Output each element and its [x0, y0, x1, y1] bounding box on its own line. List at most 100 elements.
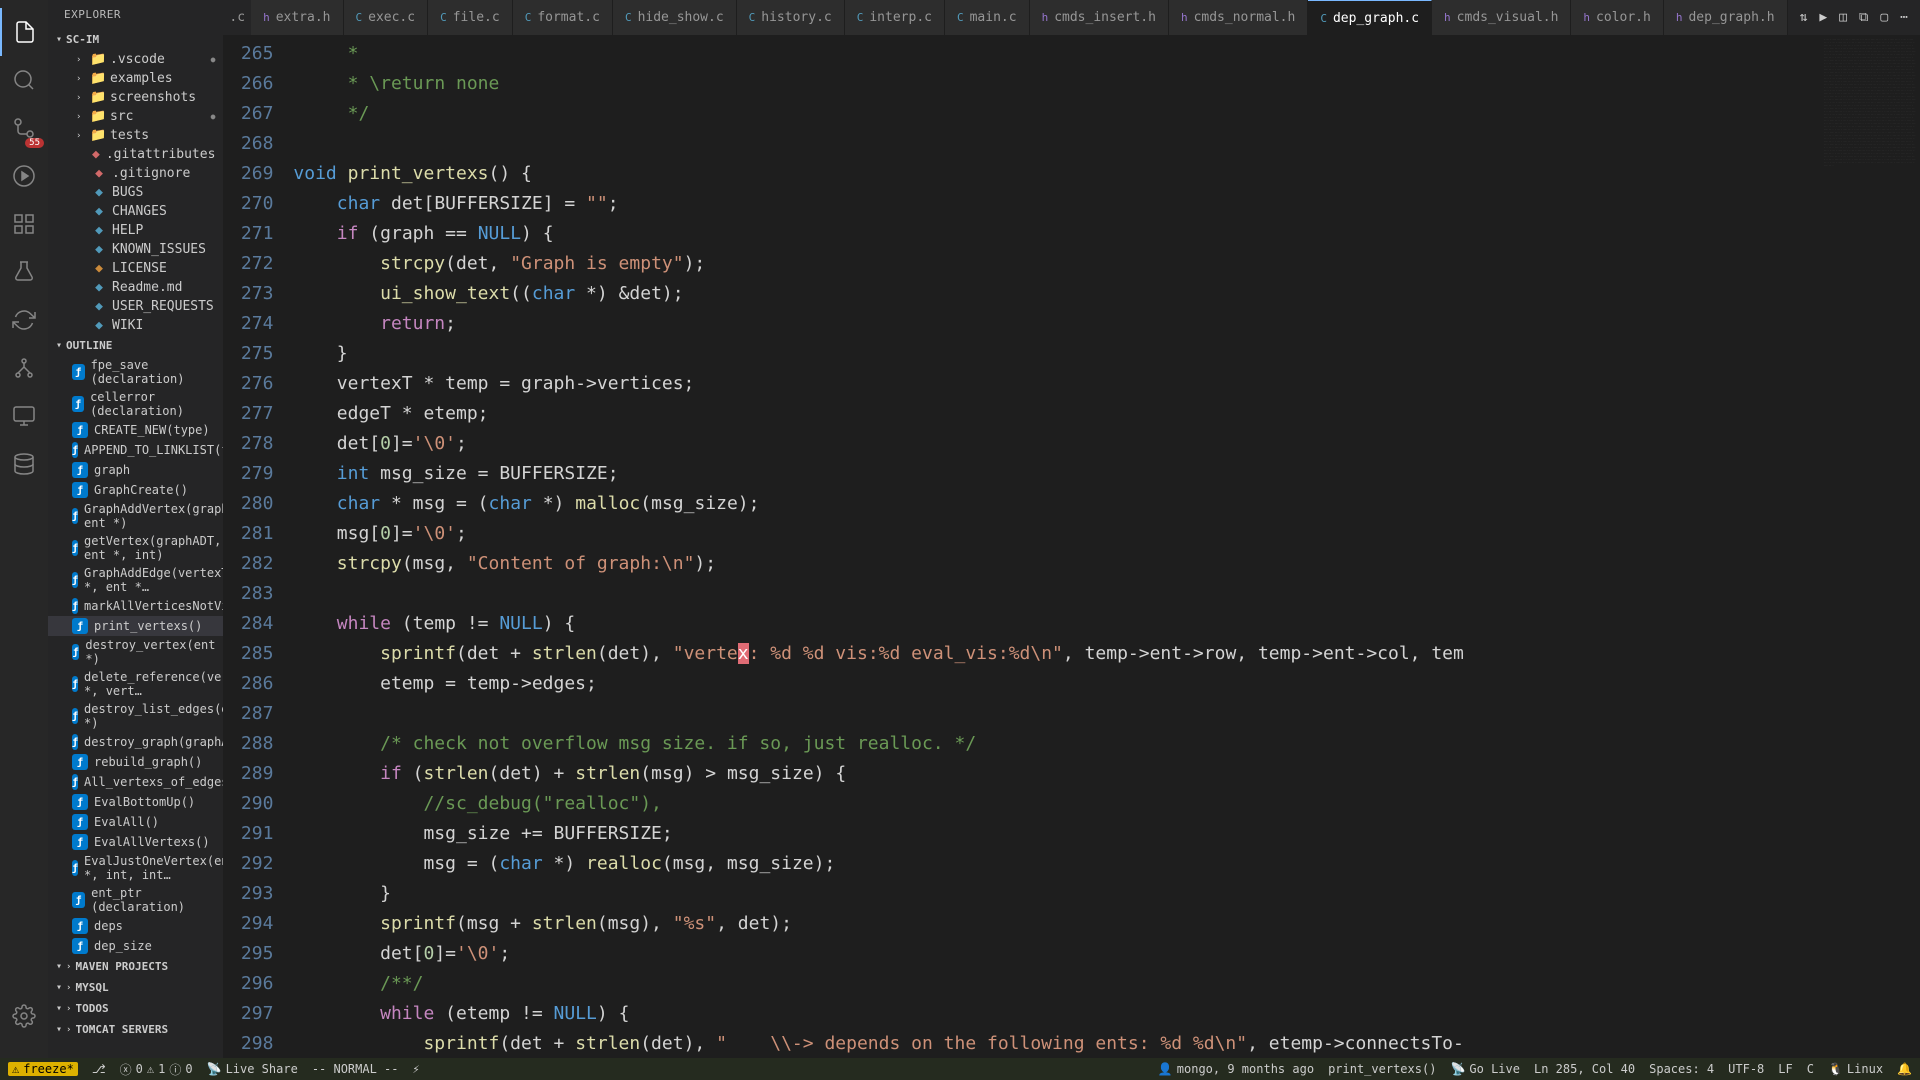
diff-icon[interactable]: ⧉: [1859, 10, 1868, 25]
outline-item[interactable]: ƒdestroy_graph(graphADT): [48, 732, 223, 752]
code-line[interactable]: while (temp != NULL) {: [293, 609, 1820, 639]
tree-file[interactable]: ◆.gitignore: [48, 164, 223, 183]
layout-icon[interactable]: ▢: [1880, 10, 1888, 25]
more-icon[interactable]: ⋯: [1900, 10, 1908, 25]
source-control-icon[interactable]: 55: [0, 104, 48, 152]
tree-folder[interactable]: ›📁screenshots: [48, 88, 223, 107]
tree-file[interactable]: ◆CHANGES: [48, 202, 223, 221]
outline-item[interactable]: ƒGraphAddVertex(graphADT, ent *): [48, 500, 223, 532]
outline-item[interactable]: ƒCREATE_NEW(type): [48, 420, 223, 440]
code-line[interactable]: void print_vertexs() {: [293, 159, 1820, 189]
status-bell-icon[interactable]: 🔔: [1897, 1062, 1912, 1076]
status-golive[interactable]: 📡 Go Live: [1450, 1062, 1520, 1076]
code-line[interactable]: msg[0]='\0';: [293, 519, 1820, 549]
tree-file[interactable]: ◆Readme.md: [48, 278, 223, 297]
outline-item[interactable]: ƒgraph: [48, 460, 223, 480]
code-line[interactable]: */: [293, 99, 1820, 129]
section-header[interactable]: ›TODOS: [48, 998, 223, 1019]
status-eol[interactable]: LF: [1778, 1062, 1792, 1076]
tab[interactable]: hextra.h: [251, 0, 343, 35]
outline-item[interactable]: ƒAPPEND_TO_LINKLIST(firstNod…: [48, 440, 223, 460]
outline-item[interactable]: ƒgetVertex(graphADT, ent *, int): [48, 532, 223, 564]
tree-folder[interactable]: ›📁tests: [48, 126, 223, 145]
minimap[interactable]: — —— — ——— —— — — —— — ——— —— — — —— — —…: [1820, 35, 1920, 1080]
tree-file[interactable]: ◆USER_REQUESTS: [48, 297, 223, 316]
code-line[interactable]: sprintf(msg + strlen(msg), "%s", det);: [293, 909, 1820, 939]
tab[interactable]: hcmds_normal.h: [1169, 0, 1308, 35]
outline-item[interactable]: ƒmarkAllVerticesNotVisited(int): [48, 596, 223, 616]
files-icon[interactable]: [0, 8, 48, 56]
code-line[interactable]: sprintf(det + strlen(det), "vertex: %d %…: [293, 639, 1820, 669]
tree-file[interactable]: ◆LICENSE: [48, 259, 223, 278]
code-line[interactable]: if (strlen(det) + strlen(msg) > msg_size…: [293, 759, 1820, 789]
status-branch[interactable]: ⎇: [92, 1062, 106, 1076]
split-icon[interactable]: ◫: [1839, 10, 1847, 25]
db-icon[interactable]: [0, 440, 48, 488]
outline-item[interactable]: ƒprint_vertexs(): [48, 616, 223, 636]
code-line[interactable]: if (graph == NULL) {: [293, 219, 1820, 249]
section-header[interactable]: ›MYSQL: [48, 977, 223, 998]
run-icon[interactable]: ▶: [1819, 10, 1827, 25]
tab[interactable]: hcmds_visual.h: [1432, 0, 1571, 35]
status-os[interactable]: 🐧 Linux: [1828, 1062, 1883, 1076]
outline-item[interactable]: ƒdeps: [48, 916, 223, 936]
status-freeze[interactable]: ⚠ freeze*: [8, 1062, 78, 1076]
compare-icon[interactable]: ⇅: [1800, 10, 1808, 25]
tab[interactable]: Cformat.c: [513, 0, 613, 35]
tab[interactable]: hcolor.h: [1571, 0, 1663, 35]
remote-icon[interactable]: [0, 392, 48, 440]
tab-overflow-left[interactable]: .c: [223, 0, 251, 35]
code-line[interactable]: det[0]='\0';: [293, 429, 1820, 459]
outline-item[interactable]: ƒEvalBottomUp(): [48, 792, 223, 812]
code-line[interactable]: /* check not overflow msg size. if so, j…: [293, 729, 1820, 759]
code-line[interactable]: vertexT * temp = graph->vertices;: [293, 369, 1820, 399]
tab[interactable]: Cmain.c: [945, 0, 1030, 35]
tree-file[interactable]: ◆BUGS: [48, 183, 223, 202]
tree-folder[interactable]: ›📁.vscode●: [48, 50, 223, 69]
section-header[interactable]: ›TOMCAT SERVERS: [48, 1019, 223, 1040]
tree-file[interactable]: ◆HELP: [48, 221, 223, 240]
code-line[interactable]: [293, 699, 1820, 729]
outline-item[interactable]: ƒGraphAddEdge(vertexT *, ent *…: [48, 564, 223, 596]
tab[interactable]: Chide_show.c: [613, 0, 737, 35]
outline-item[interactable]: ƒGraphCreate(): [48, 480, 223, 500]
extensions-icon[interactable]: [0, 200, 48, 248]
tab[interactable]: Cinterp.c: [845, 0, 945, 35]
status-lang[interactable]: C: [1807, 1062, 1814, 1076]
tab[interactable]: hcmds_insert.h: [1030, 0, 1169, 35]
code-line[interactable]: }: [293, 339, 1820, 369]
status-liveshare[interactable]: 📡 Live Share: [207, 1062, 298, 1076]
section-header[interactable]: ›MAVEN PROJECTS: [48, 956, 223, 977]
outline-item[interactable]: ƒent_ptr (declaration): [48, 884, 223, 916]
tree-file[interactable]: ◆WIKI: [48, 316, 223, 335]
status-blame[interactable]: 👤 mongo, 9 months ago: [1158, 1062, 1314, 1076]
code-line[interactable]: return;: [293, 309, 1820, 339]
status-encoding[interactable]: UTF-8: [1728, 1062, 1764, 1076]
code-line[interactable]: det[0]='\0';: [293, 939, 1820, 969]
code-line[interactable]: sprintf(det + strlen(det), " \\-> depend…: [293, 1029, 1820, 1059]
status-problems[interactable]: ⓧ 0 ⚠ 1 ⓘ 0: [120, 1061, 193, 1078]
outline-item[interactable]: ƒEvalJustOneVertex(ent *, int, int…: [48, 852, 223, 884]
code-line[interactable]: ui_show_text((char *) &det);: [293, 279, 1820, 309]
code-line[interactable]: /**/: [293, 969, 1820, 999]
code-line[interactable]: int msg_size = BUFFERSIZE;: [293, 459, 1820, 489]
code-line[interactable]: strcpy(msg, "Content of graph:\n");: [293, 549, 1820, 579]
tree-folder[interactable]: ›📁examples: [48, 69, 223, 88]
outline-item[interactable]: ƒfpe_save (declaration): [48, 356, 223, 388]
code-line[interactable]: while (etemp != NULL) {: [293, 999, 1820, 1029]
code-line[interactable]: * \return none: [293, 69, 1820, 99]
tab[interactable]: Cfile.c: [428, 0, 513, 35]
code-line[interactable]: msg_size += BUFFERSIZE;: [293, 819, 1820, 849]
outline-item[interactable]: ƒdestroy_list_edges(edgeT *): [48, 700, 223, 732]
outline-item[interactable]: ƒAll_vertexs_of_edges_visited(ed…: [48, 772, 223, 792]
code-line[interactable]: char * msg = (char *) malloc(msg_size);: [293, 489, 1820, 519]
code-line[interactable]: char det[BUFFERSIZE] = "";: [293, 189, 1820, 219]
project-header[interactable]: SC-IM: [48, 29, 223, 50]
status-spaces[interactable]: Spaces: 4: [1649, 1062, 1714, 1076]
status-position[interactable]: Ln 285, Col 40: [1534, 1062, 1635, 1076]
outline-item[interactable]: ƒrebuild_graph(): [48, 752, 223, 772]
test-icon[interactable]: [0, 248, 48, 296]
debug-icon[interactable]: [0, 152, 48, 200]
tree-folder[interactable]: ›📁src●: [48, 107, 223, 126]
outline-item[interactable]: ƒdelete_reference(vertexT *, vert…: [48, 668, 223, 700]
